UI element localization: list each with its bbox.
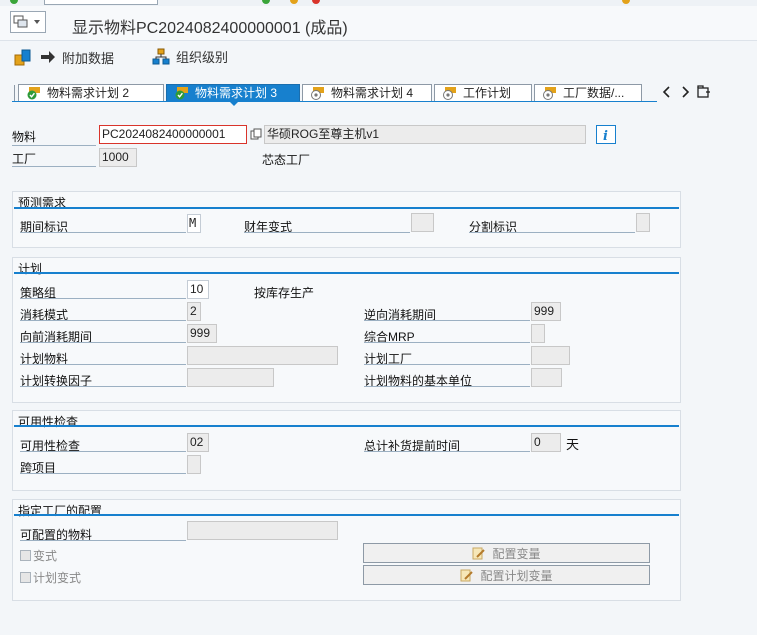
availability-title: 可用性检查 [18,415,79,429]
tab-mrp-2[interactable]: 物料需求计划 2 [18,84,164,102]
label-underline [364,451,530,452]
tab-label: 物料需求计划 2 [47,86,130,100]
forward-period-field[interactable]: 999 [187,324,217,343]
tab-scroll-left-icon[interactable] [662,86,672,98]
tab-work-scheduling[interactable]: 工作计划 [434,84,532,102]
additional-data-label: 附加数据 [62,50,115,66]
label-underline [364,320,530,321]
fiscal-year-variant-field[interactable] [411,213,434,232]
material-field[interactable]: PC2024082400000001 [99,125,247,144]
edit-document-icon [472,547,486,559]
planning-variant-checkbox-row[interactable]: 计划变式 [20,569,81,586]
group-separator [14,272,679,274]
material-label: 物料 [12,130,37,144]
label-underline [20,540,186,541]
tab-label: 工厂数据/... [563,86,625,100]
command-field[interactable] [44,0,158,5]
strategy-group-description: 按库存生产 [254,286,315,300]
material-description: 华硕ROG至尊主机v1 [264,125,586,144]
org-structure-icon [152,48,170,64]
label-underline [20,473,186,474]
configurable-material-field[interactable] [187,521,338,540]
consumption-mode-field[interactable]: 2 [187,302,201,321]
edit-document-icon [460,569,474,581]
tab-label: 工作计划 [463,86,512,100]
plant-description: 芯态工厂 [262,153,311,167]
svg-text:i: i [603,129,608,143]
label-underline [364,386,530,387]
label-underline [364,364,530,365]
cross-project-field[interactable] [187,455,201,474]
screen-layout-icon [13,15,40,28]
tab-mrp-4[interactable]: 物料需求计划 4 [302,84,432,102]
planning-plant-field[interactable] [531,346,570,365]
tab-complete-icon [175,87,188,100]
plant-label: 工厂 [12,152,37,166]
clipboard-icon [14,49,31,66]
planning-material-field[interactable] [187,346,338,365]
label-underline [244,232,410,233]
info-button[interactable]: i [596,125,616,144]
tab-incomplete-icon [443,87,456,100]
label-underline [469,232,635,233]
info-icon: i [603,129,608,144]
variant-checkbox[interactable] [20,550,31,561]
tab-list-icon[interactable] [697,85,711,99]
label-underline [12,145,96,146]
label-underline [20,298,186,299]
label-underline [20,232,186,233]
backward-period-field[interactable]: 999 [531,302,561,321]
org-levels-label: 组织级别 [176,50,229,65]
label-underline [20,342,186,343]
tab-incomplete-icon [543,87,556,100]
group-separator [14,425,679,427]
copy-icon[interactable] [250,128,262,140]
tab-scroll-right-icon[interactable] [680,86,690,98]
configure-planning-variant-button[interactable]: 配置计划变量 [363,565,650,585]
variant-checkbox-row[interactable]: 变式 [20,547,57,564]
configure-variant-button[interactable]: 配置变量 [363,543,650,563]
mixed-mrp-field[interactable] [531,324,545,343]
strategy-group-field[interactable]: 10 [187,280,209,299]
forecast-group [12,191,681,248]
group-separator [14,207,679,209]
additional-data-button[interactable]: 附加数据 [14,47,114,67]
splitting-indicator-field[interactable] [636,213,650,232]
label-underline [20,386,186,387]
arrow-right-icon [41,51,55,63]
label-underline [20,451,186,452]
tab-plant-data[interactable]: 工厂数据/... [534,84,642,102]
tab-strip-line [12,101,657,102]
planning-variant-label: 计划变式 [33,571,82,585]
screen-menu-button[interactable] [10,11,46,33]
plant-field[interactable]: 1000 [99,148,137,167]
tab-incomplete-icon [311,87,324,100]
configuration-title: 指定工厂的配置 [18,504,103,518]
period-indicator-field[interactable]: M [187,214,201,233]
variant-label: 变式 [33,549,58,563]
planning-group [12,257,681,403]
configure-variant-label: 配置变量 [492,546,541,561]
tab-label: 物料需求计划 4 [331,86,414,100]
page-title: 显示物料PC2024082400000001 (成品) [72,20,348,37]
base-unit-field[interactable] [531,368,562,387]
group-separator [14,514,679,516]
tab-complete-icon [27,87,40,100]
configure-planning-variant-label: 配置计划变量 [480,568,553,583]
planning-variant-checkbox[interactable] [20,572,31,583]
label-underline [12,166,96,167]
label-underline [20,364,186,365]
total-replenishment-field[interactable]: 0 [531,433,561,452]
tab-label: 物料需求计划 3 [195,86,278,100]
tab-mrp-3[interactable]: 物料需求计划 3 [166,84,300,102]
conversion-factor-field[interactable] [187,368,274,387]
availability-check-field[interactable]: 02 [187,433,209,452]
label-underline [364,342,530,343]
total-replenishment-unit: 天 [566,437,580,452]
planning-title: 计划 [18,262,43,276]
label-underline [20,320,186,321]
org-levels-button[interactable]: 组织级别 [152,47,228,66]
